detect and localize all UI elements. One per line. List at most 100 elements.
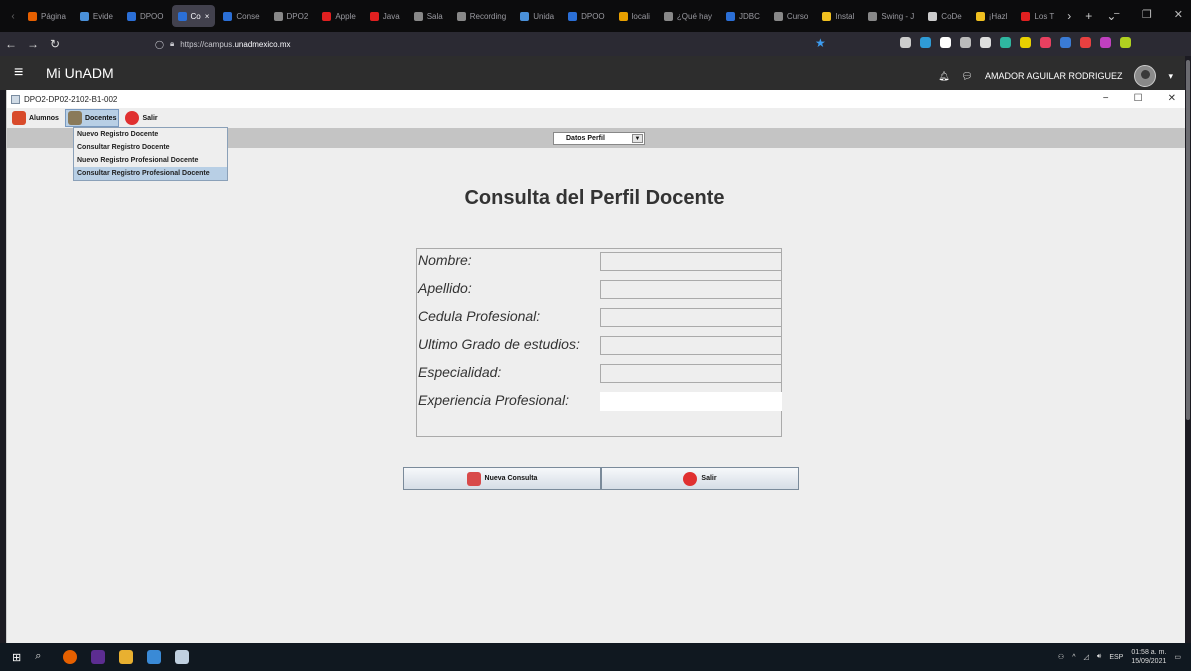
scroll-tabs-left-icon[interactable]: ‹ [4, 11, 22, 22]
browser-tab[interactable]: Evide [74, 5, 119, 27]
page-scrollbar[interactable] [1185, 56, 1191, 643]
browser-tab[interactable]: Sala [408, 5, 449, 27]
address-bar[interactable]: ◯ 🔒︎ https://campus.unadmexico.mx [155, 36, 291, 52]
browser-tab[interactable]: Swing - J [862, 5, 920, 27]
browser-tab[interactable]: Unida [514, 5, 560, 27]
browser-tab[interactable]: locali [613, 5, 656, 27]
grado-field[interactable] [600, 336, 782, 355]
tab-favicon-icon [456, 11, 466, 21]
experiencia-field[interactable] [600, 392, 782, 411]
new-tab-icon[interactable]: + [1085, 9, 1092, 23]
salir-button[interactable]: Salir [601, 467, 799, 490]
browser-tab[interactable]: JDBC [720, 5, 766, 27]
volume-icon[interactable]: 🔊︎ [1097, 653, 1101, 661]
java-taskbar-icon[interactable] [175, 650, 190, 664]
close-icon[interactable]: ✕ [1168, 93, 1176, 104]
dropdown-menu-item[interactable]: Consultar Registro Docente [74, 141, 227, 154]
java-app-window: DPO2-DP02-2102-B1-002 − ☐ ✕ Alumnos Doce… [6, 90, 1186, 643]
user-name[interactable]: AMADOR AGUILAR RODRIGUEZ [985, 71, 1123, 81]
restore-icon[interactable]: ❐ [1142, 8, 1152, 21]
extension-icon[interactable] [1120, 37, 1131, 48]
browser-tab[interactable]: ¿Qué hay [658, 5, 718, 27]
file-explorer-icon[interactable] [119, 650, 134, 664]
extension-icon[interactable] [900, 37, 911, 48]
nombre-field[interactable] [600, 252, 782, 271]
browser-tab[interactable]: DPOO [121, 5, 170, 27]
browser-tab[interactable]: DPOO [562, 5, 611, 27]
dropdown-menu-item[interactable]: Nuevo Registro Profesional Docente [74, 154, 227, 167]
browser-tab[interactable]: Curso [768, 5, 814, 27]
notifications-icon[interactable]: ▭ [1174, 653, 1181, 661]
browser-tab[interactable]: Los T [1015, 5, 1060, 27]
browser-tab[interactable]: Co × [171, 5, 216, 27]
visual-studio-icon[interactable] [91, 650, 106, 664]
scroll-tabs-right-icon[interactable]: › [1067, 9, 1071, 23]
app-shield-icon[interactable] [147, 650, 162, 664]
tab-close-icon[interactable]: × [205, 12, 210, 21]
site-brand[interactable]: Mi UnADM [46, 65, 114, 81]
browser-tab[interactable]: Apple [316, 5, 361, 27]
windows-start-icon[interactable]: ⊞ [12, 651, 21, 664]
app-window-controls: − ☐ ✕ [1103, 93, 1176, 104]
extension-icon[interactable] [920, 37, 931, 48]
browser-tab[interactable]: Recording [451, 5, 512, 27]
extension-icon[interactable] [1000, 37, 1011, 48]
tab-label: DPOO [139, 11, 164, 21]
close-icon[interactable]: ✕ [1174, 8, 1183, 21]
reload-icon[interactable]: ↻ [44, 37, 66, 51]
tab-label: Los T [1034, 11, 1055, 21]
language-indicator[interactable]: ESP [1109, 654, 1123, 661]
maximize-icon[interactable]: ☐ [1134, 93, 1143, 104]
extension-icon[interactable] [1080, 37, 1091, 48]
user-menu-chevron-icon[interactable]: ▾ [1168, 71, 1173, 82]
url-prefix: https://campus. [180, 39, 235, 49]
minimize-icon[interactable]: − [1113, 8, 1119, 21]
nueva-consulta-button[interactable]: Nueva Consulta [403, 467, 601, 490]
extension-icon[interactable] [1040, 37, 1051, 48]
cedula-field[interactable] [600, 308, 782, 327]
search-icon[interactable]: ⌕ [35, 650, 49, 664]
tab-favicon-icon [413, 11, 423, 21]
tab-label: Swing - J [881, 11, 915, 21]
menu-docentes[interactable]: Docentes [64, 109, 120, 127]
exit-icon [683, 471, 698, 486]
menu-salir[interactable]: Salir [123, 109, 159, 127]
bookmark-star-icon[interactable]: ★ [815, 36, 826, 50]
extension-icon[interactable] [940, 37, 951, 48]
people-icon[interactable]: ⚇ [1058, 653, 1064, 661]
firefox-icon[interactable] [63, 650, 78, 664]
avatar[interactable] [1134, 65, 1157, 87]
hamburger-menu-icon[interactable]: ≡ [14, 64, 36, 82]
forward-icon[interactable]: → [22, 37, 44, 51]
tab-favicon-icon [177, 11, 187, 21]
extension-icon[interactable] [980, 37, 991, 48]
extension-icon[interactable] [1020, 37, 1031, 48]
user-area: 🔔︎ 💬︎ AMADOR AGUILAR RODRIGUEZ ▾ [938, 65, 1173, 87]
browser-tab[interactable]: Java [364, 5, 406, 27]
apellido-field[interactable] [600, 280, 782, 299]
extension-icon[interactable] [1060, 37, 1071, 48]
students-icon [12, 111, 26, 125]
minimize-icon[interactable]: − [1103, 93, 1109, 104]
dropdown-menu-item[interactable]: Nuevo Registro Docente [74, 128, 227, 141]
especialidad-field[interactable] [600, 364, 782, 383]
combo-arrow-icon[interactable]: ▼ [632, 134, 643, 143]
notifications-bell-icon[interactable]: 🔔︎ [938, 71, 949, 82]
menu-alumnos[interactable]: Alumnos [10, 109, 61, 127]
browser-tab[interactable]: Instal [816, 5, 860, 27]
browser-tab[interactable]: CoDe [922, 5, 967, 27]
extension-icon[interactable] [1100, 37, 1111, 48]
dropdown-menu-item[interactable]: Consultar Registro Profesional Docente [74, 167, 227, 180]
messages-chat-icon[interactable]: 💬︎ [962, 71, 973, 82]
browser-tab[interactable]: ¡Hazl [970, 5, 1014, 27]
tray-chevron-icon[interactable]: ^ [1072, 654, 1075, 661]
network-icon[interactable]: ◿ [1084, 653, 1089, 661]
extension-icon[interactable] [960, 37, 971, 48]
tab-label: Java [382, 11, 400, 21]
profile-combo-box[interactable]: Datos Perfil ▼ [553, 132, 645, 145]
browser-tab[interactable]: Página [22, 5, 72, 27]
back-icon[interactable]: ← [0, 37, 22, 51]
browser-tab[interactable]: Conse [217, 5, 265, 27]
browser-tab[interactable]: DPO2 [268, 5, 315, 27]
clock[interactable]: 01:58 a. m. 15/09/2021 [1131, 648, 1166, 666]
